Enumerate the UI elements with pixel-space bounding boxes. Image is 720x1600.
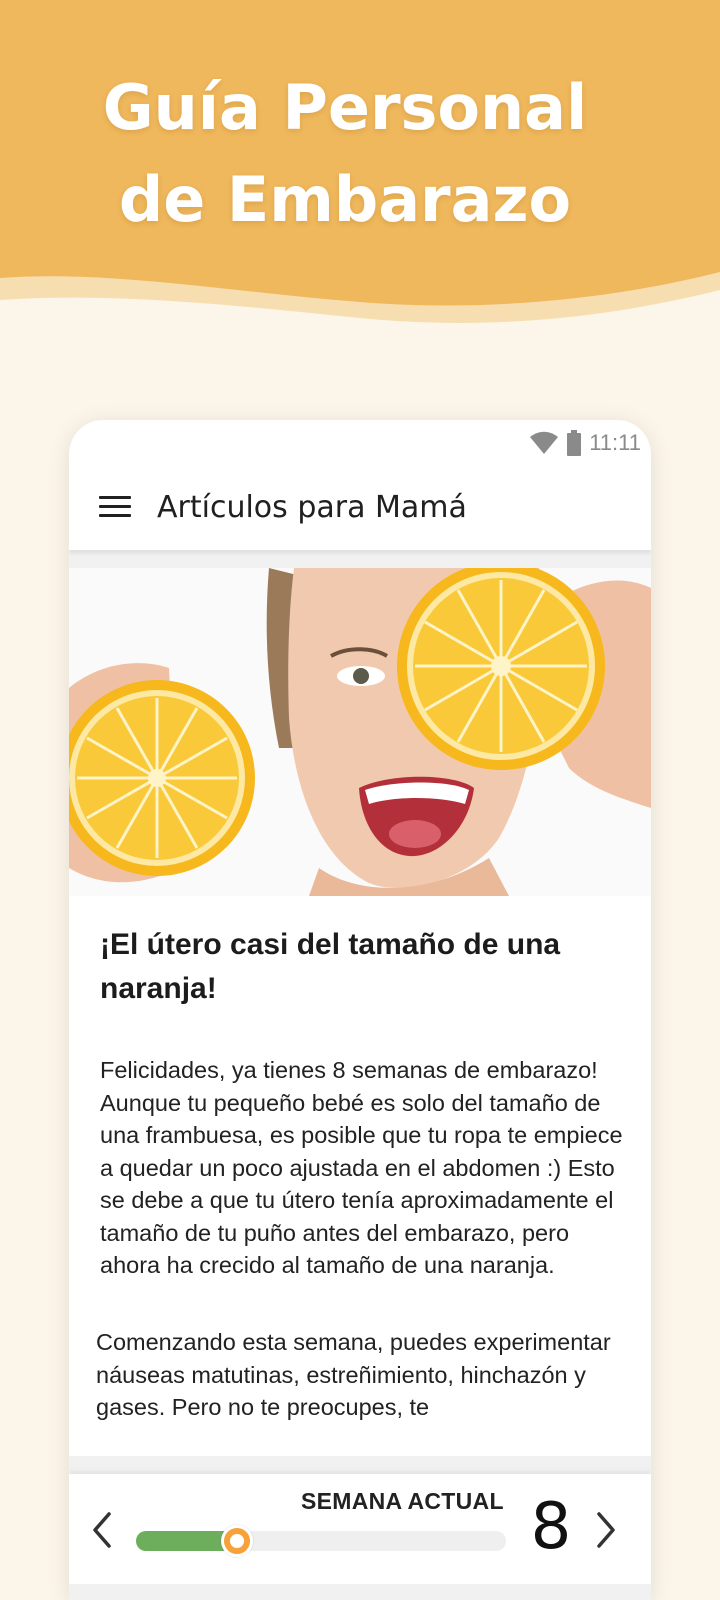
- article-title: ¡El útero casi del tamaño de una naranja…: [100, 928, 561, 1005]
- week-number: 8: [530, 1490, 572, 1564]
- week-label: SEMANA ACTUAL: [301, 1488, 504, 1514]
- article-card[interactable]: ¡El útero casi del tamaño de una naranja…: [69, 568, 651, 1456]
- article-image: [69, 568, 651, 896]
- article-paragraph-1: Felicidades, ya tienes 8 semanas de emba…: [100, 1057, 623, 1278]
- week-progress-track[interactable]: [136, 1525, 506, 1557]
- status-time: 11:11: [589, 430, 641, 455]
- promo-title: Guía Personal de Embarazo: [0, 62, 690, 246]
- promo-title-line2: de Embarazo: [118, 163, 572, 236]
- battery-icon: [567, 430, 582, 456]
- promo-header: Guía Personal de Embarazo: [0, 0, 720, 350]
- promo-title-line1: Guía Personal: [102, 71, 588, 144]
- chevron-left-icon[interactable]: [87, 1508, 119, 1552]
- app-title: Artículos para Mamá: [157, 489, 467, 525]
- chevron-right-icon[interactable]: [589, 1508, 621, 1552]
- bottom-strip: [69, 1584, 651, 1600]
- app-bar: Artículos para Mamá: [69, 464, 651, 550]
- hamburger-menu-icon[interactable]: [99, 496, 131, 518]
- article-paragraph-2: Comenzando esta semana, puedes experimen…: [96, 1329, 611, 1420]
- status-bar: 11:11: [69, 420, 651, 464]
- wifi-icon: [530, 431, 559, 454]
- week-progress-thumb[interactable]: [221, 1525, 253, 1557]
- week-selector: SEMANA ACTUAL 8: [69, 1474, 651, 1584]
- week-progress-fill: [136, 1531, 233, 1551]
- phone-frame: 11:11 Artículos para Mamá ¡El útero casi…: [69, 420, 651, 1600]
